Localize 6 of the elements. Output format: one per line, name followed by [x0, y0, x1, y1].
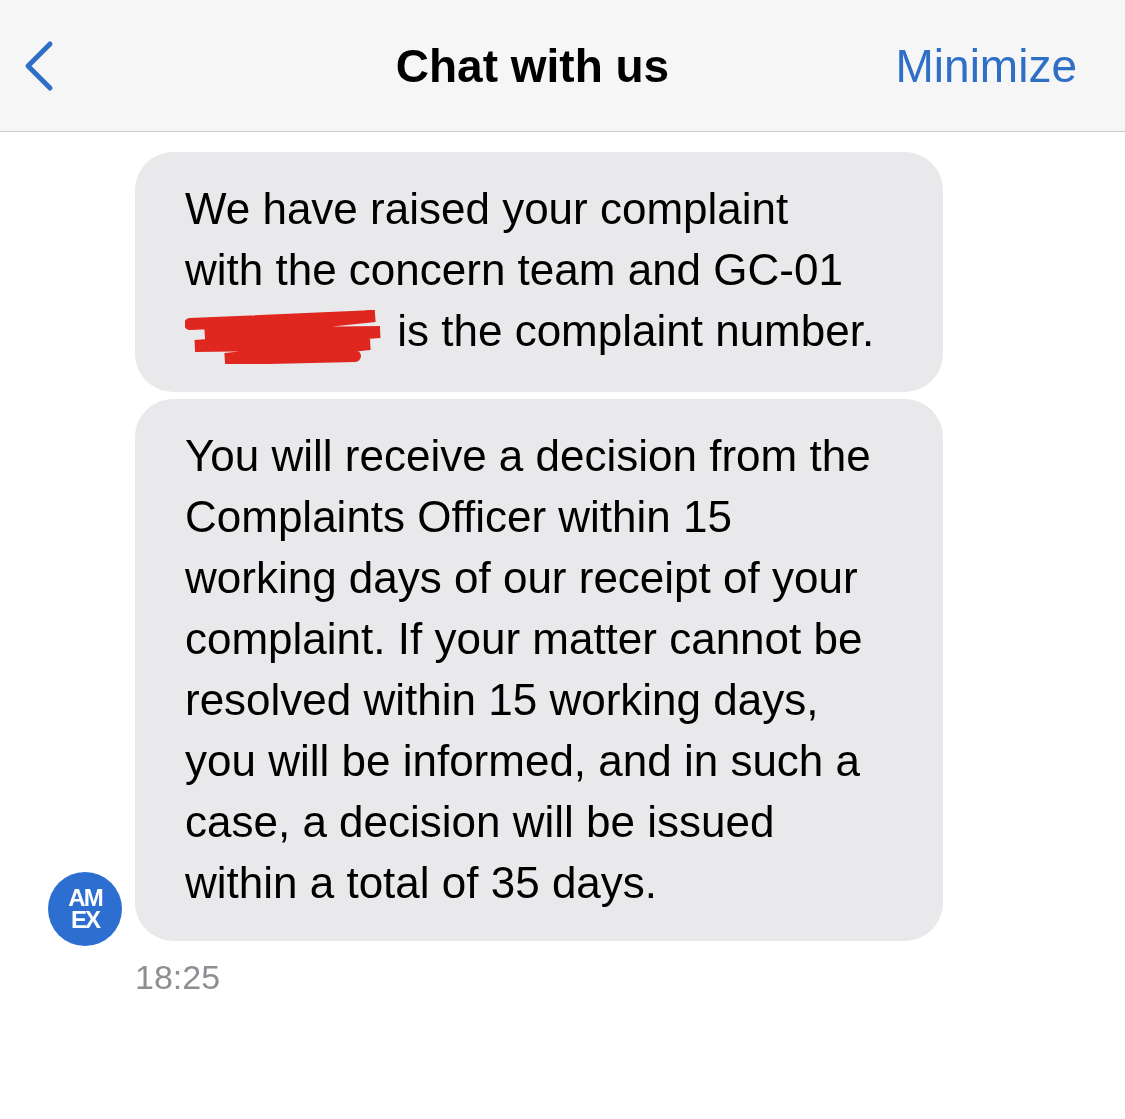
message-text: is the complaint number.	[397, 306, 875, 355]
avatar-logo: AM EX	[48, 872, 122, 947]
message-text: You will receive a decision from the Complaints Officer within 15 working days of our receipt of your complaint. If your matter cannot be resolved within 15 working days, you will be informed, and in such a case, a decision will be issued within a total of 35 days.	[185, 431, 871, 908]
chat-title: Chat with us	[395, 38, 670, 93]
timestamp: 18:25	[135, 958, 222, 998]
minimize-button[interactable]: Minimize	[895, 38, 1077, 93]
